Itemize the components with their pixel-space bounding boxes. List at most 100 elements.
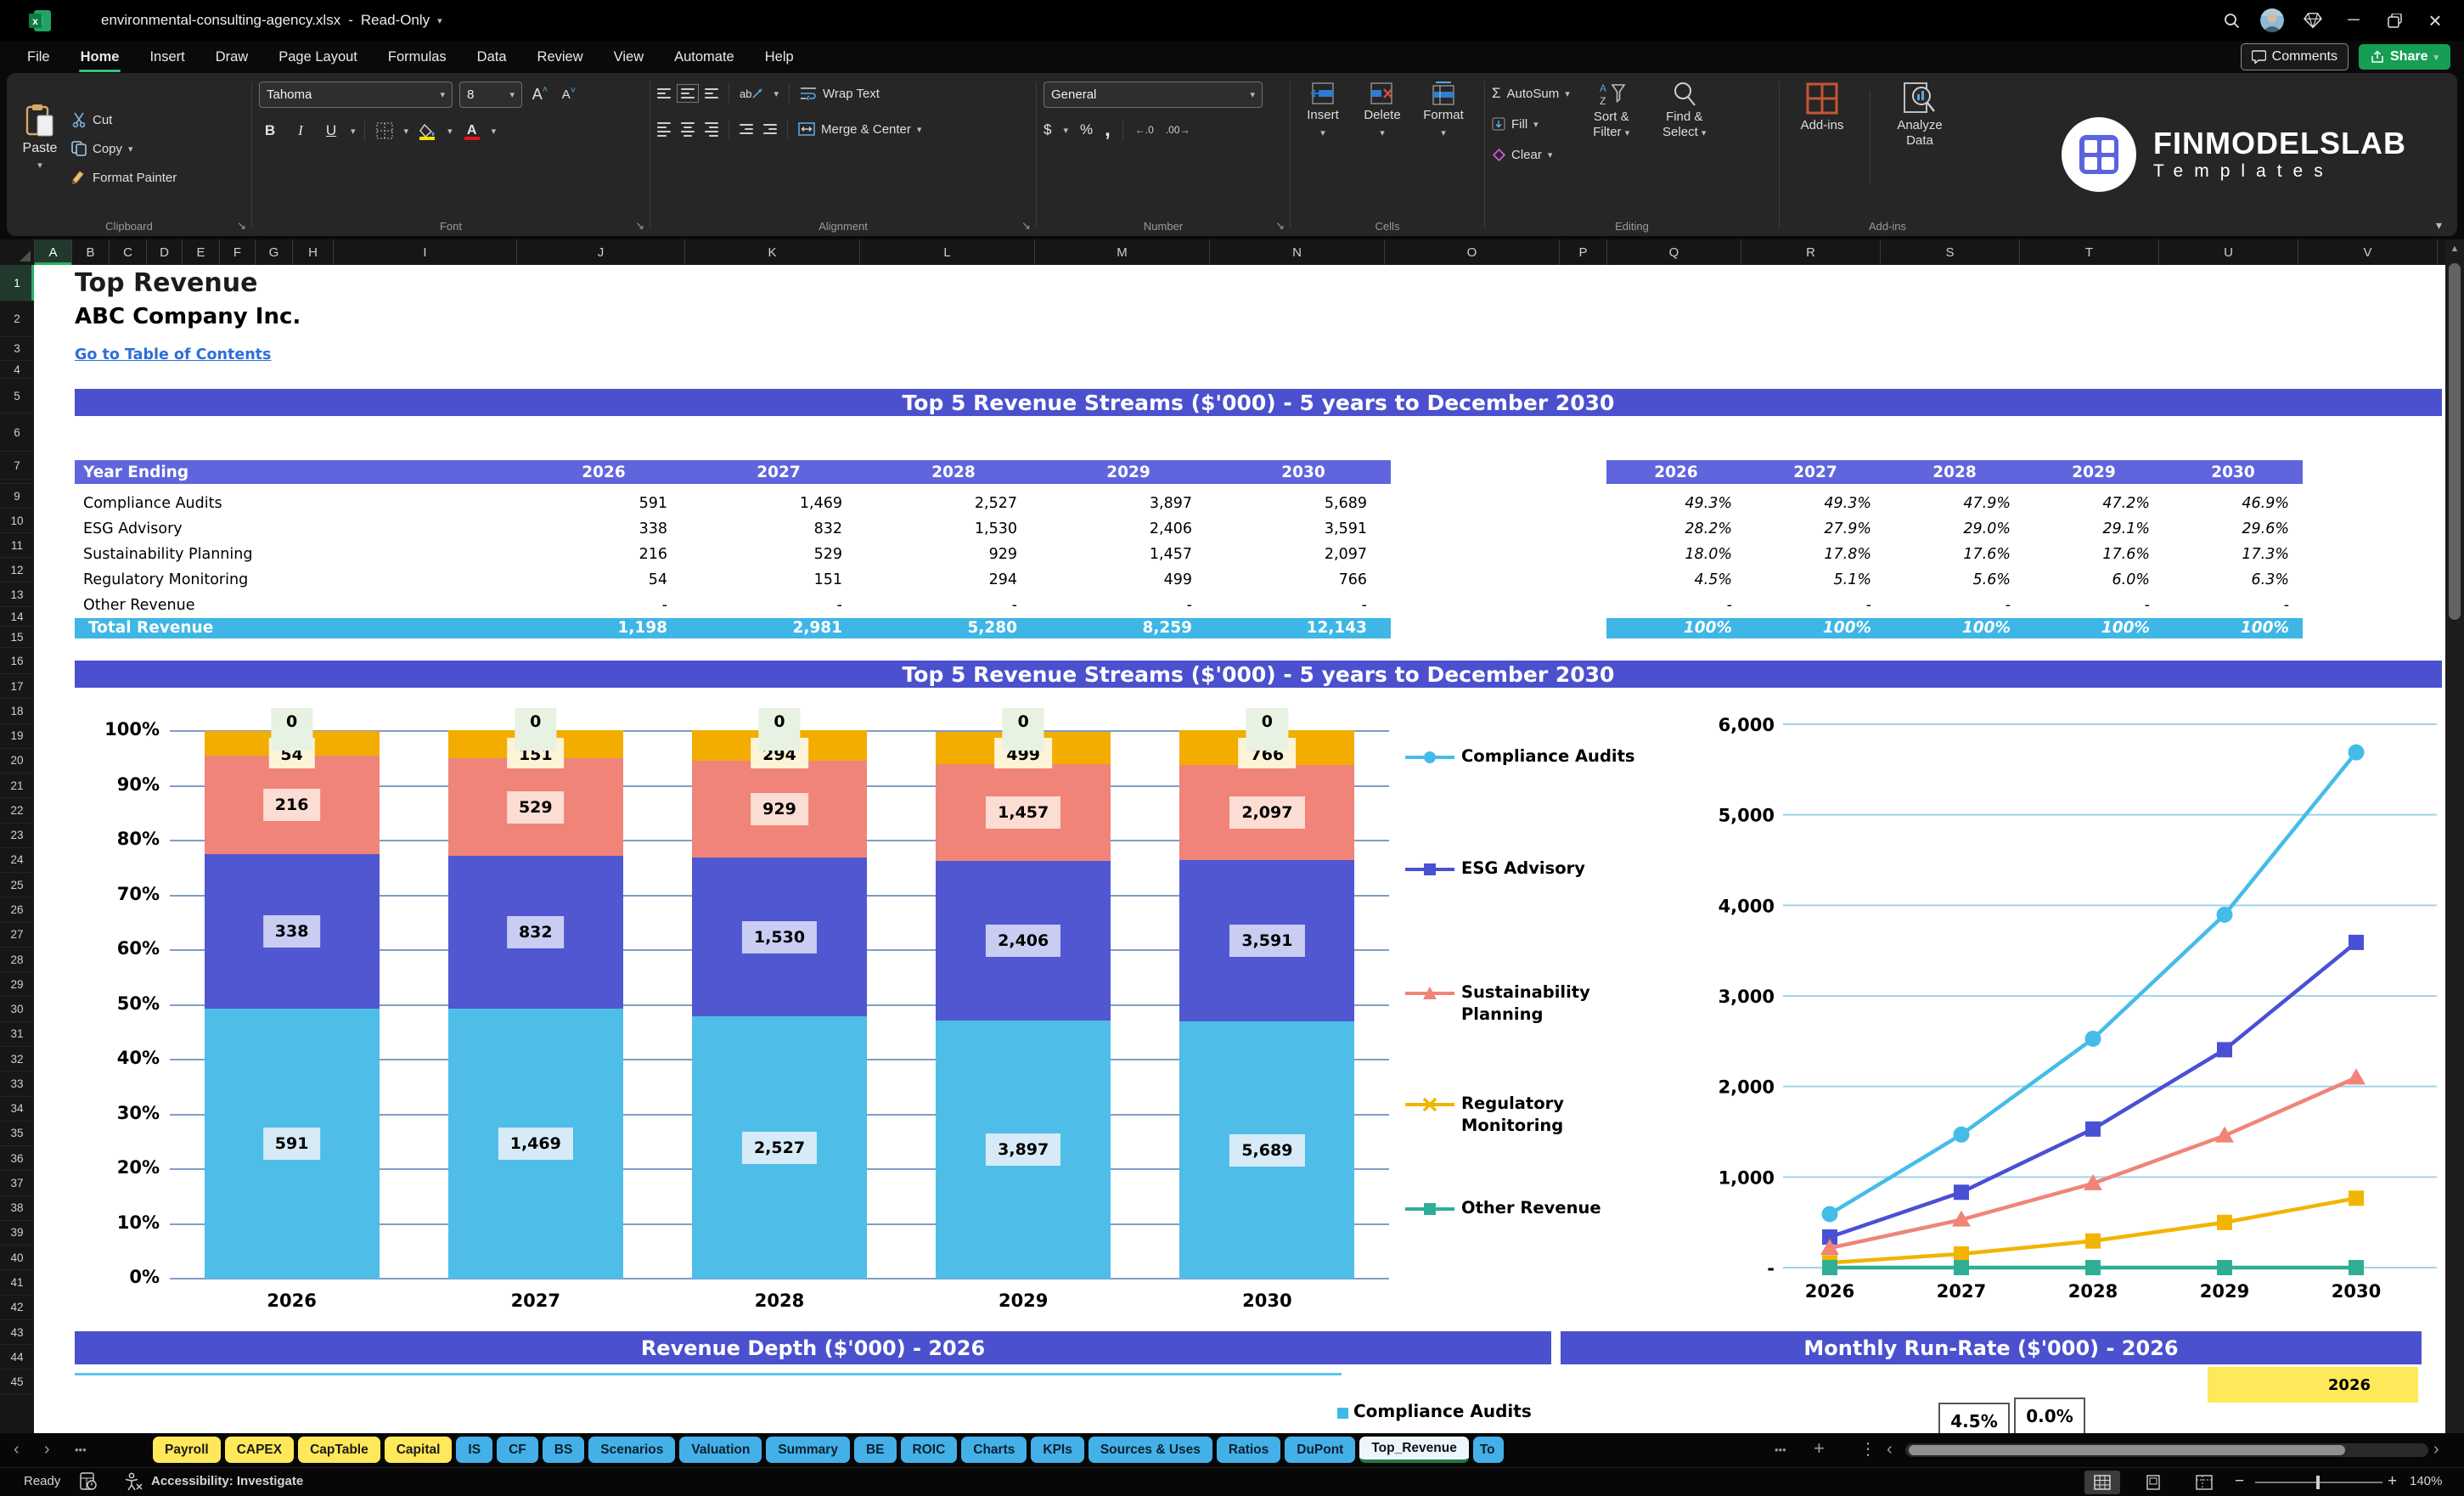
orientation-button[interactable]: ab [740,82,763,104]
sheet-tab-summary[interactable]: Summary [766,1437,850,1463]
sheet-tab-sources-uses[interactable]: Sources & Uses [1088,1437,1212,1463]
row-header-43[interactable]: 43 [0,1320,34,1346]
ribbon-tab-formulas[interactable]: Formulas [373,44,462,70]
borders-button[interactable] [374,120,396,142]
horizontal-scrollbar[interactable] [1905,1443,2428,1457]
row-header-36[interactable]: 36 [0,1146,34,1172]
row-header-11[interactable]: 11 [0,533,34,558]
more-sheets-icon[interactable]: ••• [1775,1443,1786,1456]
column-header-A[interactable]: A [35,239,72,265]
normal-view-button[interactable] [2084,1471,2120,1494]
fill-color-button[interactable] [417,120,439,142]
borders-caret-icon[interactable]: ▾ [404,126,409,137]
row-header-30[interactable]: 30 [0,997,34,1022]
column-header-Q[interactable]: Q [1607,239,1741,265]
macro-record-icon[interactable] [80,1472,97,1494]
format-cells-button[interactable]: Format ▾ [1416,82,1471,141]
align-top-icon[interactable] [657,88,671,98]
row-header-14[interactable]: 14 [0,607,34,627]
row-header-20[interactable]: 20 [0,749,34,774]
font-family-select[interactable]: Tahoma ▾ [259,82,453,108]
sheet-tab-capital[interactable]: Capital [384,1437,453,1463]
hscroll-left-icon[interactable]: ‹ [1887,1440,1893,1459]
comma-style-button[interactable]: , [1105,120,1111,140]
bold-button[interactable]: B [259,120,281,142]
font-color-caret-icon[interactable]: ▾ [492,126,497,137]
row-header-28[interactable]: 28 [0,948,34,973]
row-header-2[interactable]: 2 [0,301,34,337]
ribbon-tab-data[interactable]: Data [462,44,522,70]
minimize-button[interactable]: ─ [2333,0,2374,41]
sheet-tab-dupont[interactable]: DuPont [1285,1437,1356,1463]
currency-button[interactable]: $ [1044,121,1051,138]
row-header-38[interactable]: 38 [0,1196,34,1221]
ribbon-tab-insert[interactable]: Insert [134,44,200,70]
runrate-year-cell[interactable]: 2026 [2208,1367,2418,1403]
ribbon-tab-help[interactable]: Help [750,44,809,70]
tab-options-icon[interactable]: ⋮ [1859,1438,1876,1459]
sheet-nav-right-icon[interactable]: › [44,1440,50,1459]
readonly-caret-icon[interactable]: ▾ [437,15,442,26]
cut-button[interactable]: Cut [71,108,177,132]
avatar[interactable] [2252,0,2292,41]
row-header-29[interactable]: 29 [0,972,34,998]
insert-cells-button[interactable]: Insert ▾ [1297,82,1348,141]
column-header-M[interactable]: M [1035,239,1210,265]
analyze-data-button[interactable]: Analyze Data [1882,82,1957,216]
shrink-font-button[interactable]: A ˅ [558,84,580,106]
sheet-nav-left-icon[interactable]: ‹ [14,1440,20,1459]
ribbon-tab-draw[interactable]: Draw [200,44,264,70]
column-header-O[interactable]: O [1385,239,1560,265]
sheet-tab-to[interactable]: To [1472,1437,1504,1463]
column-header-G[interactable]: G [256,239,293,265]
column-header-C[interactable]: C [110,239,147,265]
align-bottom-icon[interactable] [705,88,718,98]
row-header-21[interactable]: 21 [0,773,34,799]
column-header-H[interactable]: H [293,239,334,265]
clear-button[interactable]: Clear ▾ [1492,143,1570,166]
orientation-caret-icon[interactable]: ▾ [774,88,779,99]
sheet-tab-captable[interactable]: CapTable [298,1437,380,1463]
paste-button[interactable]: Paste ▾ [14,82,66,192]
fill-color-caret-icon[interactable]: ▾ [447,126,453,137]
row-header-12[interactable]: 12 [0,558,34,582]
percent-style-button[interactable]: % [1080,121,1093,138]
row-header-4[interactable]: 4 [0,361,34,379]
copy-button[interactable]: Copy ▾ [71,137,177,160]
row-header-25[interactable]: 25 [0,873,34,898]
ribbon-tab-view[interactable]: View [599,44,659,70]
sheet-tab-is[interactable]: IS [456,1437,493,1463]
row-header-23[interactable]: 23 [0,824,34,848]
column-header-E[interactable]: E [183,239,220,265]
align-center-icon[interactable] [681,121,695,137]
row-header-27[interactable]: 27 [0,923,34,948]
premium-diamond-icon[interactable] [2292,0,2333,41]
vertical-scroll-thumb[interactable] [2449,263,2461,620]
copy-caret-icon[interactable]: ▾ [128,143,133,155]
restore-button[interactable] [2374,0,2415,41]
row-header-34[interactable]: 34 [0,1097,34,1122]
sheet-tab-charts[interactable]: Charts [961,1437,1027,1463]
comments-button[interactable]: Comments [2240,43,2349,70]
page-break-view-button[interactable] [2186,1471,2222,1494]
row-header-32[interactable]: 32 [0,1047,34,1072]
horizontal-scroll-thumb[interactable] [1909,1445,2345,1455]
delete-cells-button[interactable]: Delete ▾ [1357,82,1408,141]
column-header-V[interactable]: V [2298,239,2438,265]
row-header-22[interactable]: 22 [0,798,34,824]
column-header-P[interactable]: P [1560,239,1607,265]
column-header-B[interactable]: B [72,239,110,265]
underline-caret-icon[interactable]: ▾ [351,126,356,137]
decrease-decimal-button[interactable]: .00→ [1166,124,1190,136]
align-right-icon[interactable] [705,121,718,137]
fill-button[interactable]: Fill ▾ [1492,112,1570,136]
grow-font-button[interactable]: A ˄ [529,84,551,106]
row-header-24[interactable]: 24 [0,848,34,874]
vertical-scrollbar[interactable]: ▲ [2445,239,2464,1433]
column-header-K[interactable]: K [685,239,860,265]
row-header-44[interactable]: 44 [0,1345,34,1370]
sheet-tab-capex[interactable]: CAPEX [224,1437,295,1463]
readonly-badge[interactable]: Read-Only [361,12,430,29]
sheet-tab-kpis[interactable]: KPIs [1031,1437,1084,1463]
row-header-35[interactable]: 35 [0,1122,34,1147]
